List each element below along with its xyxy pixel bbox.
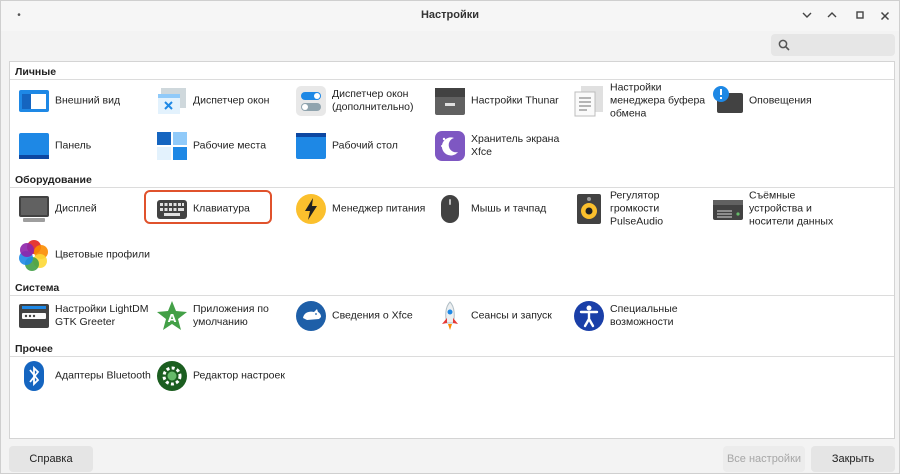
default-apps-item[interactable]: A Приложения по умолчанию	[156, 298, 292, 334]
screensaver-label: Хранитель экрана Xfce	[471, 133, 560, 158]
lightning-icon	[296, 194, 326, 224]
settings-editor-label: Редактор настроек	[193, 369, 285, 382]
settings-window: • Настройки Личные Внешний вид Диспетчер…	[0, 0, 900, 474]
close-window-button[interactable]	[876, 7, 894, 25]
window-manager-tweaks-label: Диспетчер окон (дополнительно)	[332, 88, 414, 113]
notification-icon	[713, 86, 743, 113]
bluetooth-item[interactable]: Адаптеры Bluetooth	[18, 358, 154, 394]
lightdm-greeter-item[interactable]: Настройки LightDM GTK Greeter	[18, 298, 154, 334]
window-manager-item[interactable]: Диспетчер окон	[156, 83, 292, 119]
notifications-item[interactable]: Оповещения	[712, 83, 848, 119]
panel-label: Панель	[55, 139, 92, 152]
about-xfce-item[interactable]: Сведения о Xfce	[295, 298, 431, 334]
clipboard-label: Настройки менеджера буфера обмена	[610, 81, 706, 120]
mouse-label: Мышь и тачпад	[471, 202, 547, 215]
minimize-button[interactable]	[798, 7, 816, 25]
clipboard-icon	[574, 86, 603, 117]
appearance-label: Внешний вид	[55, 94, 121, 107]
display-item[interactable]: Дисплей	[18, 191, 154, 227]
panel-icon	[19, 133, 49, 159]
title-bar: • Настройки	[1, 1, 899, 31]
search-icon	[778, 39, 790, 51]
mouse-icon	[441, 195, 459, 223]
desktop-label: Рабочий стол	[332, 139, 398, 152]
power-manager-item[interactable]: Менеджер питания	[295, 191, 431, 227]
notifications-label: Оповещения	[749, 94, 812, 107]
panel-item[interactable]: Панель	[18, 128, 154, 164]
close-button[interactable]: Закрыть	[811, 446, 895, 472]
divider	[10, 187, 894, 188]
help-button[interactable]: Справка	[9, 446, 93, 472]
shade-button[interactable]	[823, 7, 841, 25]
category-other-heading: Прочее	[15, 343, 53, 355]
thunar-item[interactable]: Настройки Thunar	[434, 83, 570, 119]
all-settings-button[interactable]: Все настройки	[723, 446, 805, 472]
category-personal-heading: Личные	[15, 66, 57, 78]
settings-panel: Личные Внешний вид Диспетчер окон Диспет…	[9, 61, 895, 439]
chevron-down-icon	[802, 12, 812, 18]
desktop-icon	[296, 133, 326, 159]
chevron-up-icon	[827, 12, 837, 18]
speaker-icon	[577, 194, 601, 224]
power-label: Менеджер питания	[332, 202, 426, 215]
maximize-icon	[856, 11, 864, 19]
moon-icon	[435, 131, 465, 161]
desktop-item[interactable]: Рабочий стол	[295, 128, 431, 164]
workspaces-item[interactable]: Рабочие места	[156, 128, 292, 164]
color-profiles-label: Цветовые профили	[55, 248, 150, 261]
divider	[10, 79, 894, 80]
accessibility-label: Специальные возможности	[610, 303, 678, 328]
appearance-item[interactable]: Внешний вид	[18, 83, 154, 119]
window-manager-tweaks-item[interactable]: Диспетчер окон (дополнительно)	[295, 83, 431, 119]
window-manager-icon	[158, 88, 186, 114]
gear-icon	[157, 361, 187, 391]
accessibility-item[interactable]: Специальные возможности	[573, 298, 709, 334]
appearance-icon	[19, 90, 49, 112]
close-icon	[880, 11, 890, 21]
star-a-icon: A	[157, 301, 187, 330]
thunar-label: Настройки Thunar	[471, 94, 559, 107]
window-title: Настройки	[420, 9, 480, 21]
svg-text:A: A	[168, 312, 177, 325]
search-field[interactable]	[771, 34, 895, 56]
color-profiles-item[interactable]: Цветовые профили	[18, 237, 154, 273]
search-input[interactable]	[795, 36, 893, 56]
xfce-mouse-logo-icon	[296, 301, 326, 331]
rocket-icon	[442, 301, 458, 330]
mouse-item[interactable]: Мышь и тачпад	[434, 191, 570, 227]
window-manager-label: Диспетчер окон	[193, 94, 270, 107]
accessibility-icon	[574, 301, 604, 331]
file-manager-icon	[435, 88, 465, 115]
category-hardware-heading: Оборудование	[15, 174, 92, 186]
monitor-icon	[19, 196, 49, 222]
clipboard-item[interactable]: Настройки менеджера буфера обмена	[573, 81, 709, 120]
pulseaudio-label: Регулятор громкости PulseAudio	[610, 189, 664, 228]
maximize-button[interactable]	[851, 7, 869, 25]
about-label: Сведения о Xfce	[332, 309, 413, 322]
sessions-label: Сеансы и запуск	[471, 309, 552, 322]
screensaver-item[interactable]: Хранитель экрана Xfce	[434, 128, 570, 164]
sessions-item[interactable]: Сеансы и запуск	[434, 298, 570, 334]
login-screen-icon	[19, 304, 49, 328]
settings-editor-item[interactable]: Редактор настроек	[156, 358, 292, 394]
removable-label: Съёмные устройства и носители данных	[749, 189, 834, 228]
divider	[10, 295, 894, 296]
toggle-icon	[296, 86, 326, 116]
pulseaudio-item[interactable]: Регулятор громкости PulseAudio	[573, 189, 709, 228]
default-apps-label: Приложения по умолчанию	[193, 303, 269, 328]
removable-drives-item[interactable]: Съёмные устройства и носители данных	[712, 189, 848, 228]
workspaces-icon	[157, 132, 187, 160]
bluetooth-label: Адаптеры Bluetooth	[55, 369, 151, 382]
divider	[10, 356, 894, 357]
drive-icon	[713, 200, 743, 220]
workspaces-label: Рабочие места	[193, 139, 267, 152]
lightdm-label: Настройки LightDM GTK Greeter	[55, 303, 149, 328]
keyboard-highlight-frame	[144, 190, 272, 224]
bluetooth-icon	[24, 361, 44, 391]
category-system-heading: Система	[15, 282, 60, 294]
color-wheel-icon	[19, 240, 48, 271]
